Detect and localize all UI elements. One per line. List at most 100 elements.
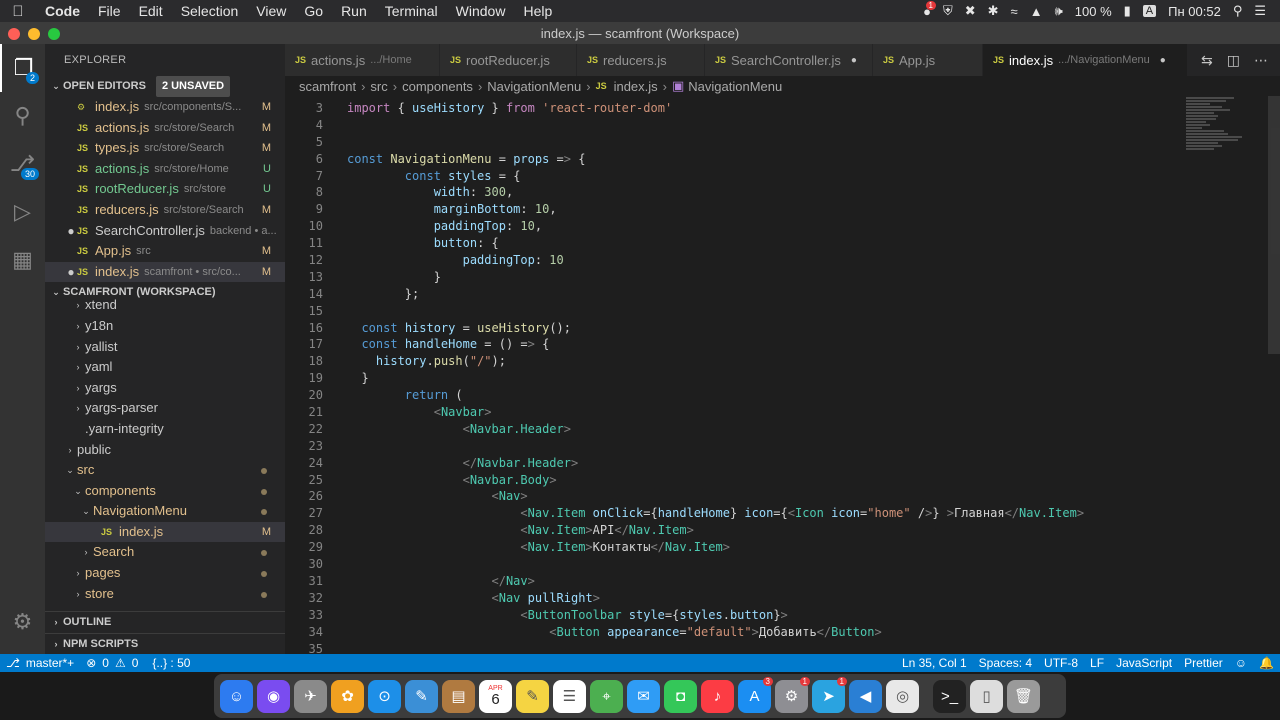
warning-count[interactable]: 0 (132, 656, 139, 670)
dock-terminal-icon[interactable]: >_ (933, 679, 966, 713)
breadcrumb-item[interactable]: NavigationMenu (487, 79, 581, 94)
code-line[interactable]: history.push("/"); (347, 353, 1084, 370)
open-editor-item[interactable]: ● JS index.js scamfront • src/co... M (45, 261, 285, 283)
language-mode[interactable]: JavaScript (1110, 656, 1178, 670)
menu-window[interactable]: Window (447, 3, 515, 19)
error-count[interactable]: 0 (102, 656, 109, 670)
code-line[interactable]: paddingTop: 10 (347, 252, 1084, 269)
apple-menu-icon[interactable]:  (0, 3, 36, 20)
error-icon[interactable]: ⊗ (80, 656, 102, 670)
dock-facetime-icon[interactable]: ◘ (664, 679, 697, 713)
encoding[interactable]: UTF-8 (1038, 656, 1084, 670)
clock[interactable]: Пн 00:52 (1168, 4, 1221, 19)
dock-telegram-icon[interactable]: ➤ 1 (812, 676, 847, 713)
dock-documents-icon[interactable]: ▯ (970, 679, 1003, 713)
dock-music-icon[interactable]: ♪ (701, 679, 734, 713)
tree-folder[interactable]: .yarn-integrity (45, 419, 285, 440)
warning-icon[interactable]: ⚠ (109, 656, 132, 670)
cursor-position[interactable]: Ln 35, Col 1 (896, 656, 973, 670)
open-editor-item[interactable]: JS types.js src/store/Search M (45, 138, 285, 159)
split-editor-icon[interactable]: ◫ (1227, 52, 1240, 69)
code-line[interactable] (347, 303, 1084, 320)
unsaved-dot-icon[interactable]: ● (65, 262, 77, 283)
dock-safari-icon[interactable]: ⊙ (368, 679, 401, 713)
code-line[interactable]: <Navbar> (347, 404, 1084, 421)
breadcrumb-item[interactable]: NavigationMenu (688, 79, 782, 94)
end-of-line[interactable]: LF (1084, 656, 1110, 670)
code-line[interactable]: <Navbar.Header> (347, 421, 1084, 438)
git-branch-icon[interactable]: ⎇ (0, 656, 26, 670)
breadcrumb-item[interactable]: components (402, 79, 473, 94)
tree-folder[interactable]: › yallist (45, 337, 285, 358)
tree-folder[interactable]: › Search (45, 542, 285, 563)
feedback-icon[interactable]: ☺ (1229, 656, 1253, 670)
dock-preview-icon[interactable]: ✎ (405, 679, 438, 713)
code-line[interactable]: const NavigationMenu = props => { (347, 151, 1084, 168)
formatter[interactable]: Prettier (1178, 656, 1229, 670)
notifications-bell-icon[interactable]: 🔔 (1253, 656, 1280, 670)
tree-folder[interactable]: › xtend (45, 295, 285, 316)
close-window-button[interactable] (8, 28, 20, 40)
open-editor-item[interactable]: JS rootReducer.js src/store U (45, 179, 285, 200)
open-editor-item[interactable]: ⚙ index.js src/components/S... M (45, 97, 285, 118)
unsaved-dot-icon[interactable]: ● (65, 221, 77, 242)
tree-folder[interactable]: › yargs (45, 378, 285, 399)
tree-folder[interactable]: ⌄ src (45, 460, 285, 481)
explorer-icon[interactable]: ❐ 2 (0, 44, 45, 92)
npm-scripts-header[interactable]: › NPM SCRIPTS (45, 633, 285, 654)
code-line[interactable] (347, 641, 1084, 655)
source-control-icon[interactable]: ⎇ 30 (0, 140, 45, 188)
code-line[interactable]: paddingTop: 10, (347, 218, 1084, 235)
open-editor-item[interactable]: JS actions.js src/store/Home U (45, 159, 285, 180)
airplay-icon[interactable]: ▲ (1030, 4, 1043, 19)
tree-folder[interactable]: › public (45, 440, 285, 461)
menu-edit[interactable]: Edit (130, 3, 172, 19)
search-icon[interactable]: ⚲ (0, 92, 45, 140)
tree-folder[interactable]: › yargs-parser (45, 398, 285, 419)
open-editor-item[interactable]: JS reducers.js src/store/Search M (45, 200, 285, 221)
git-branch[interactable]: master*+ (26, 656, 80, 670)
code-line[interactable]: const styles = { (347, 168, 1084, 185)
dock-trash-icon[interactable]: 🗑 (1007, 679, 1040, 713)
menu-app-name[interactable]: Code (36, 3, 89, 19)
dock-app-store-icon[interactable]: A3 (738, 676, 773, 713)
vpn-icon[interactable]: ✖ (965, 3, 976, 19)
input-source[interactable]: A (1142, 5, 1157, 17)
code-line[interactable]: <ButtonToolbar style={styles.button}> (347, 607, 1084, 624)
dock-photos-icon[interactable]: ✿ (331, 679, 364, 713)
settings-gear-icon[interactable]: ⚙ (0, 598, 45, 646)
menu-help[interactable]: Help (514, 3, 561, 19)
code-line[interactable]: <Navbar.Body> (347, 472, 1084, 489)
menu-view[interactable]: View (247, 3, 295, 19)
tab-reducers-js[interactable]: JS reducers.js (577, 44, 705, 76)
open-editor-item[interactable]: JS App.js src M (45, 241, 285, 262)
code-line[interactable]: return ( (347, 387, 1084, 404)
code-line[interactable]: button: { (347, 235, 1084, 252)
code-line[interactable]: } (347, 370, 1084, 387)
code-line[interactable]: <Nav pullRight> (347, 590, 1084, 607)
outline-header[interactable]: › OUTLINE (45, 611, 285, 633)
dock-launchpad-icon[interactable]: ✈ (294, 679, 327, 713)
code-line[interactable] (347, 438, 1084, 455)
code-line[interactable]: width: 300, (347, 184, 1084, 201)
symbol-count[interactable]: {..} : 50 (146, 656, 196, 670)
dock-chrome-icon[interactable]: ◎ (886, 679, 919, 713)
menu-go[interactable]: Go (295, 3, 332, 19)
extensions-icon[interactable]: ▦ (0, 236, 45, 284)
code-line[interactable]: marginBottom: 10, (347, 201, 1084, 218)
battery-icon[interactable]: ▮ (1124, 3, 1131, 19)
tab-rootreducer-js[interactable]: JS rootReducer.js (440, 44, 577, 76)
more-actions-icon[interactable]: ⋯ (1254, 52, 1268, 69)
code-line[interactable]: }; (347, 286, 1084, 303)
code-line[interactable]: <Nav.Item>API</Nav.Item> (347, 522, 1084, 539)
tab-index-js[interactable]: JS index.js .../NavigationMenu ● (983, 44, 1188, 76)
code-line[interactable]: const handleHome = () => { (347, 336, 1084, 353)
tree-folder[interactable]: ⌄ components (45, 481, 285, 502)
unsaved-dot-icon[interactable]: ● (1160, 55, 1166, 66)
minimap[interactable] (1186, 96, 1266, 186)
open-editors-header[interactable]: ⌄ OPEN EDITORS 2 UNSAVED (45, 76, 285, 97)
code-line[interactable]: </Navbar.Header> (347, 455, 1084, 472)
tab-searchcontroller-js[interactable]: JS SearchController.js ● (705, 44, 873, 76)
code-line[interactable]: <Nav.Item onClick={handleHome} icon={<Ic… (347, 505, 1084, 522)
tree-file[interactable]: JS index.js M (45, 521, 285, 543)
